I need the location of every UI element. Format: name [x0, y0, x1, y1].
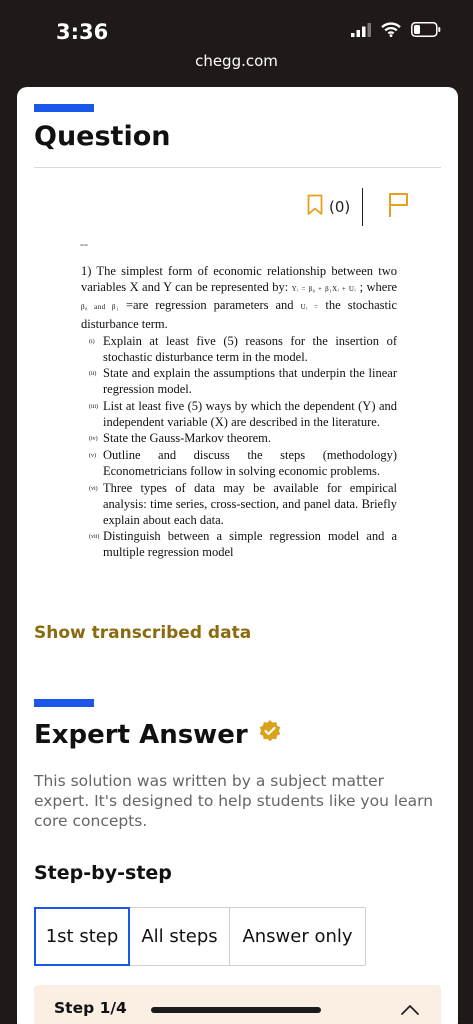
- u-term-text: Uᵢ =: [300, 303, 319, 312]
- bookmark-icon: [307, 194, 323, 221]
- answer-accent-bar: [34, 699, 94, 707]
- flag-button[interactable]: [387, 192, 409, 223]
- question-item: (iii) List at least five (5) ways by whi…: [81, 398, 397, 430]
- bookmark-count: (0): [329, 198, 351, 216]
- question-heading: Question: [34, 121, 171, 152]
- verified-badge-icon: [258, 719, 282, 750]
- item-text: Outline and discuss the steps (methodolo…: [103, 448, 397, 479]
- tool-separator: [362, 188, 364, 226]
- question-tools: (0): [307, 187, 409, 227]
- item-number: (vi): [89, 485, 98, 492]
- bookmark-button[interactable]: (0): [307, 194, 350, 221]
- expert-answer-title: Expert Answer: [34, 719, 248, 750]
- status-time: 3:36: [56, 20, 109, 44]
- intro-text-c: =are regression parameters and: [125, 298, 294, 313]
- question-divider: [34, 167, 441, 168]
- item-text: List at least five (5) ways by which the…: [103, 398, 397, 429]
- question-body: 1) The simplest form of economic relatio…: [81, 263, 397, 561]
- chevron-up-icon[interactable]: [400, 1003, 420, 1021]
- tab-answer-only[interactable]: Answer only: [230, 908, 365, 965]
- expert-answer-heading: Expert Answer: [34, 719, 282, 750]
- question-accent-bar: [34, 104, 94, 112]
- item-number: (ii): [89, 371, 97, 378]
- status-bar: 3:36: [0, 0, 473, 50]
- question-intro: 1) The simplest form of economic relatio…: [81, 263, 397, 332]
- question-item: (vi) Three types of data may be availabl…: [81, 480, 397, 529]
- item-number: (i): [89, 338, 95, 345]
- step-header[interactable]: Step 1/4: [34, 985, 441, 1024]
- item-number: (v): [89, 453, 96, 460]
- question-item: (v) Outline and discuss the steps (metho…: [81, 447, 397, 479]
- show-transcribed-link[interactable]: Show transcribed data: [34, 623, 251, 643]
- item-text: Distinguish between a simple regression …: [103, 529, 397, 560]
- question-dash: --: [80, 237, 88, 251]
- question-item: (iv) State the Gauss-Markov theorem.: [81, 430, 397, 447]
- step-progress-bar: [151, 1007, 321, 1013]
- item-number: (vii): [89, 534, 100, 541]
- item-text: State and explain the assumptions that u…: [103, 366, 397, 397]
- item-text: Three types of data may be available for…: [103, 480, 397, 528]
- item-text: State the Gauss-Markov theorem.: [103, 431, 272, 446]
- tab-all-steps[interactable]: All steps: [130, 908, 230, 965]
- tab-1st-step[interactable]: 1st step: [34, 907, 130, 966]
- question-item: (vii) Distinguish between a simple regre…: [81, 528, 397, 560]
- question-items: (i) Explain at least five (5) reasons fo…: [81, 333, 397, 561]
- page-card: Question (0) -- 1) The simplest form of …: [17, 87, 458, 1024]
- question-item: (ii) State and explain the assumptions t…: [81, 365, 397, 397]
- url-bar[interactable]: chegg.com: [0, 52, 473, 70]
- item-number: (iv): [89, 436, 98, 443]
- item-number: (iii): [89, 403, 98, 410]
- question-item: (i) Explain at least five (5) reasons fo…: [81, 333, 397, 365]
- intro-text-b: ; where: [359, 280, 398, 295]
- answer-description: This solution was written by a subject m…: [34, 772, 434, 830]
- step-label: Step 1/4: [54, 999, 127, 1017]
- flag-icon: [387, 192, 409, 222]
- equation-text: Yᵢ = β₀ + β₁Xᵢ + Uᵢ: [291, 285, 357, 294]
- answer-view-tabs: 1st step All steps Answer only: [34, 907, 366, 966]
- status-icons: [351, 22, 441, 42]
- item-text: Explain at least five (5) reasons for th…: [103, 333, 397, 365]
- params-text: β₀ and β₁: [81, 303, 119, 312]
- wifi-icon: [381, 22, 401, 42]
- signal-icon: [351, 22, 371, 42]
- battery-icon: [411, 22, 441, 42]
- step-by-step-heading: Step-by-step: [34, 862, 172, 884]
